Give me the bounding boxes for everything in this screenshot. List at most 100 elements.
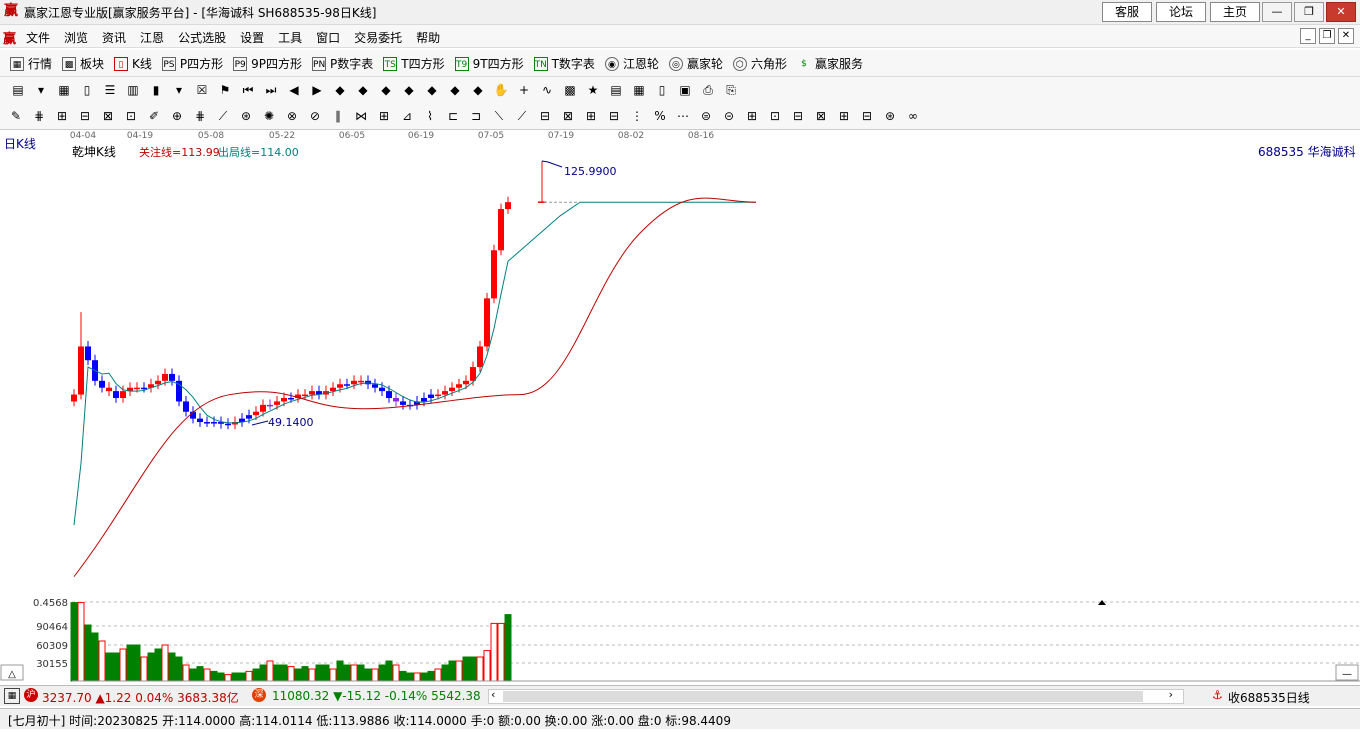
link-home[interactable]: 主页 bbox=[1210, 2, 1260, 22]
diamond5-icon[interactable]: ◆ bbox=[424, 82, 440, 98]
page-icon[interactable]: ▯ bbox=[79, 82, 95, 98]
calendar-icon[interactable]: ▤ bbox=[608, 82, 624, 98]
draw-tool-28-icon[interactable]: ⋮ bbox=[629, 108, 645, 124]
menu-gann[interactable]: 江恩 bbox=[140, 29, 164, 46]
horizontal-scrollbar[interactable]: ‹ › bbox=[488, 688, 1184, 704]
menu-trade[interactable]: 交易委托 bbox=[354, 29, 402, 46]
mdi-restore-button[interactable]: ❐ bbox=[1319, 28, 1335, 44]
menu-settings[interactable]: 设置 bbox=[240, 29, 264, 46]
draw-tool-37-icon[interactable]: ⊞ bbox=[836, 108, 852, 124]
menu-help[interactable]: 帮助 bbox=[416, 29, 440, 46]
calendar-day-icon[interactable]: ▤ bbox=[10, 82, 26, 98]
link-customer-service[interactable]: 客服 bbox=[1102, 2, 1152, 22]
draw-tool-24-icon[interactable]: ⊟ bbox=[537, 108, 553, 124]
mdi-close-button[interactable]: ✕ bbox=[1338, 28, 1354, 44]
draw-tool-22-icon[interactable]: ⟍ bbox=[491, 108, 507, 124]
draw-tool-21-icon[interactable]: ⊐ bbox=[468, 108, 484, 124]
crosshair-icon[interactable]: + bbox=[516, 82, 532, 98]
money-icon[interactable]: ★ bbox=[585, 82, 601, 98]
menu-formula[interactable]: 公式选股 bbox=[178, 29, 226, 46]
draw-tool-39-icon[interactable]: ⊛ bbox=[882, 108, 898, 124]
sz-index-text[interactable]: 11080.32 ▼-15.12 -0.14% 5542.38 bbox=[272, 689, 481, 703]
draw-tool-35-icon[interactable]: ⊟ bbox=[790, 108, 806, 124]
diamond4-icon[interactable]: ◆ bbox=[401, 82, 417, 98]
scroll-right-icon[interactable]: › bbox=[1169, 688, 1173, 701]
mdi-minimize-button[interactable]: _ bbox=[1300, 28, 1316, 44]
toolbar-t-number-table[interactable]: TN T数字表 bbox=[533, 55, 595, 72]
kline-chart[interactable]: 日K线 乾坤K线 关注线=113.99 出局线=114.00 688535 华海… bbox=[0, 129, 1360, 683]
last-icon[interactable]: ⏭ bbox=[263, 82, 279, 98]
toolbar-9p-square[interactable]: P9 9P四方形 bbox=[233, 55, 302, 72]
draw-tool-10-icon[interactable]: ⟋ bbox=[215, 108, 231, 124]
toolbar-p-number-table[interactable]: PN P数字表 bbox=[312, 55, 373, 72]
export-icon[interactable]: ⎘ bbox=[723, 82, 739, 98]
diamond1-icon[interactable]: ◆ bbox=[332, 82, 348, 98]
toolbar-kline[interactable]: ▯ K线 bbox=[114, 55, 152, 72]
diamond7-icon[interactable]: ◆ bbox=[470, 82, 486, 98]
draw-tool-33-icon[interactable]: ⊞ bbox=[744, 108, 760, 124]
draw-tool-38-icon[interactable]: ⊟ bbox=[859, 108, 875, 124]
draw-tool-6-icon[interactable]: ⊡ bbox=[123, 108, 139, 124]
layout-icon[interactable]: ▦ bbox=[56, 82, 72, 98]
hand-icon[interactable]: ✋ bbox=[493, 82, 509, 98]
draw-tool-23-icon[interactable]: ⟋ bbox=[514, 108, 530, 124]
draw-tool-26-icon[interactable]: ⊞ bbox=[583, 108, 599, 124]
draw-tool-31-icon[interactable]: ⊜ bbox=[698, 108, 714, 124]
diamond3-icon[interactable]: ◆ bbox=[378, 82, 394, 98]
menu-window[interactable]: 窗口 bbox=[316, 29, 340, 46]
draw-tool-13-icon[interactable]: ⊗ bbox=[284, 108, 300, 124]
draw-tool-1-icon[interactable]: ✎ bbox=[8, 108, 24, 124]
toolbar-sectors[interactable]: ▩ 板块 bbox=[62, 55, 104, 72]
draw-tool-9-icon[interactable]: ⋕ bbox=[192, 108, 208, 124]
draw-tool-19-icon[interactable]: ⌇ bbox=[422, 108, 438, 124]
draw-tool-16-icon[interactable]: ⋈ bbox=[353, 108, 369, 124]
menu-browse[interactable]: 浏览 bbox=[64, 29, 88, 46]
draw-tool-8-icon[interactable]: ⊕ bbox=[169, 108, 185, 124]
menu-tools[interactable]: 工具 bbox=[278, 29, 302, 46]
dropdown-icon[interactable]: ▾ bbox=[33, 82, 49, 98]
draw-tool-15-icon[interactable]: ∥ bbox=[330, 108, 346, 124]
draw-tool-34-icon[interactable]: ⊡ bbox=[767, 108, 783, 124]
flag-icon[interactable]: ⚑ bbox=[217, 82, 233, 98]
draw-tool-3-icon[interactable]: ⊞ bbox=[54, 108, 70, 124]
bars-icon[interactable]: ☰ bbox=[102, 82, 118, 98]
draw-tool-5-icon[interactable]: ⊠ bbox=[100, 108, 116, 124]
toolbar-winner-wheel[interactable]: ◎ 赢家轮 bbox=[668, 55, 723, 72]
diamond6-icon[interactable]: ◆ bbox=[447, 82, 463, 98]
toolbar-hexagon[interactable]: ⬡ 六角形 bbox=[732, 55, 787, 72]
toolbar-gann-wheel[interactable]: ◉ 江恩轮 bbox=[604, 55, 659, 72]
draw-tool-2-icon[interactable]: ⋕ bbox=[31, 108, 47, 124]
chart-svg[interactable]: 04-04 04-19 05-08 05-22 06-05 06-19 07-05 07-19… bbox=[0, 129, 1360, 683]
close-button[interactable]: ✕ bbox=[1326, 2, 1356, 22]
draw-tool-11-icon[interactable]: ⊛ bbox=[238, 108, 254, 124]
candles-icon[interactable]: ▥ bbox=[125, 82, 141, 98]
draw-tool-18-icon[interactable]: ⊿ bbox=[399, 108, 415, 124]
draw-tool-32-icon[interactable]: ⊝ bbox=[721, 108, 737, 124]
dropdown2-icon[interactable]: ▾ bbox=[171, 82, 187, 98]
maximize-button[interactable]: ❐ bbox=[1294, 2, 1324, 22]
diamond2-icon[interactable]: ◆ bbox=[355, 82, 371, 98]
toolbar-t-square[interactable]: TS T四方形 bbox=[383, 55, 445, 72]
prev-icon[interactable]: ◀ bbox=[286, 82, 302, 98]
draw-tool-17-icon[interactable]: ⊞ bbox=[376, 108, 392, 124]
menu-file[interactable]: 文件 bbox=[26, 29, 50, 46]
single-candle-icon[interactable]: ▮ bbox=[148, 82, 164, 98]
wave-icon[interactable]: ∿ bbox=[539, 82, 555, 98]
toolbar-p-square[interactable]: PS P四方形 bbox=[161, 55, 223, 72]
draw-tool-12-icon[interactable]: ✺ bbox=[261, 108, 277, 124]
menu-info[interactable]: 资讯 bbox=[102, 29, 126, 46]
draw-tool-36-icon[interactable]: ⊠ bbox=[813, 108, 829, 124]
draw-tool-29-icon[interactable]: % bbox=[652, 108, 668, 124]
toolbar-quotes[interactable]: ▦ 行情 bbox=[10, 55, 52, 72]
scroll-left-icon[interactable]: ‹ bbox=[491, 688, 495, 701]
next-icon[interactable]: ▶ bbox=[309, 82, 325, 98]
print-icon[interactable]: ⎙ bbox=[700, 82, 716, 98]
draw-tool-27-icon[interactable]: ⊟ bbox=[606, 108, 622, 124]
calculator-icon[interactable]: ▦ bbox=[631, 82, 647, 98]
toolbar-winner-service[interactable]: $ 赢家服务 bbox=[797, 55, 863, 72]
draw-tool-25-icon[interactable]: ⊠ bbox=[560, 108, 576, 124]
sh-index-text[interactable]: 3237.70 ▲1.22 0.04% 3683.38亿 bbox=[42, 689, 239, 706]
minimize-button[interactable]: — bbox=[1262, 2, 1292, 22]
draw-tool-40-icon[interactable]: ∞ bbox=[905, 108, 921, 124]
first-icon[interactable]: ⏮ bbox=[240, 82, 256, 98]
